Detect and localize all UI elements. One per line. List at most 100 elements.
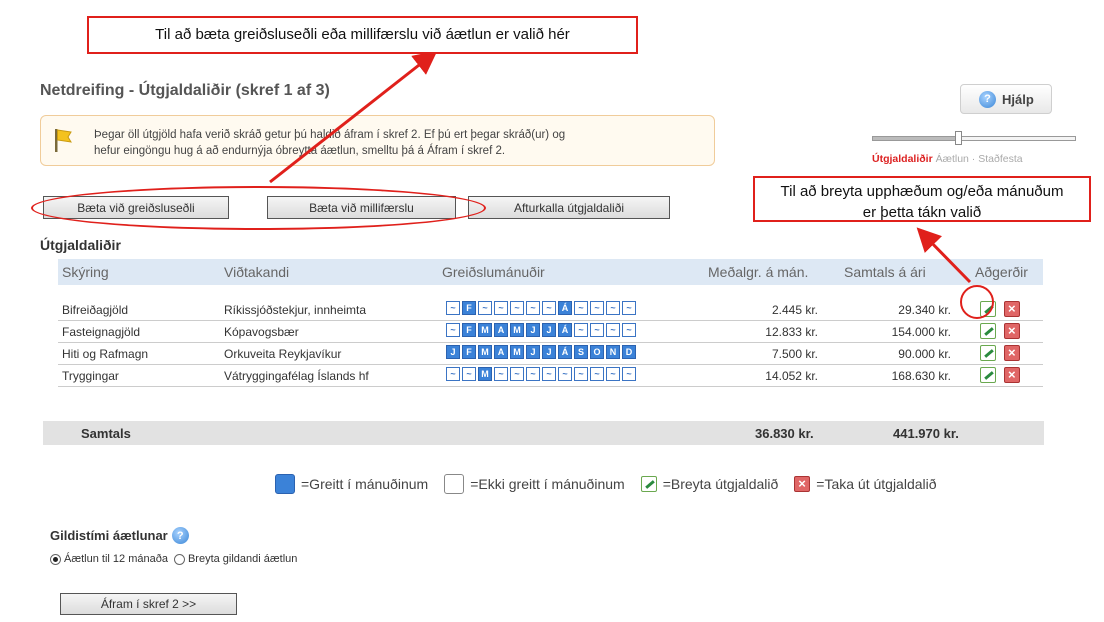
- table-row: Bifreiðagjöld Ríkissjóðstekjur, innheimta…: [58, 298, 1043, 321]
- help-icon[interactable]: ?: [171, 527, 189, 544]
- month-cell: Á: [558, 323, 572, 337]
- flag-icon: [55, 129, 72, 152]
- help-icon: ?: [979, 90, 996, 108]
- month-cell: ~: [526, 301, 540, 315]
- month-cell: ~: [590, 301, 604, 315]
- delete-icon[interactable]: [1004, 345, 1020, 361]
- step-1-label: Útgjaldaliðir: [872, 153, 933, 165]
- row-description: Fasteignagjöld: [62, 325, 141, 339]
- month-cell: ~: [622, 367, 636, 381]
- month-cell: ~: [558, 367, 572, 381]
- month-cell: J: [542, 323, 556, 337]
- month-cell: ~: [542, 367, 556, 381]
- month-cell: O: [590, 345, 604, 359]
- month-cell: ~: [510, 301, 524, 315]
- edit-icon[interactable]: [980, 345, 996, 361]
- total-row: Samtals 36.830 kr. 441.970 kr.: [43, 421, 1044, 445]
- total-monthly-value: 36.830: [755, 426, 795, 441]
- delete-icon[interactable]: [1004, 301, 1020, 317]
- legend-paid: =Greitt í mánuðinum: [301, 476, 429, 492]
- row-yearly: 90.000 kr.: [898, 347, 951, 361]
- table-row: Fasteignagjöld Kópavogsbær ~ F M A M J J Á ~ ~ ~ ~12.…: [58, 320, 1043, 343]
- row-payee: Ríkissjóðstekjur, innheimta: [224, 303, 367, 317]
- month-cell: F: [462, 323, 476, 337]
- callout-edit-line2: er þetta tákn valið: [862, 204, 982, 221]
- paid-swatch: [275, 474, 295, 494]
- row-monthly: 14.052 kr.: [765, 369, 818, 383]
- info-line-2: hefur eingöngu hug á að endurnýja óbreyt…: [94, 145, 506, 157]
- row-months: ~ F M A M J J Á ~ ~ ~ ~: [446, 323, 636, 337]
- edit-icon[interactable]: [980, 367, 996, 383]
- row-yearly: 154.000 kr.: [891, 325, 951, 339]
- row-description: Tryggingar: [62, 369, 119, 383]
- month-cell: A: [494, 323, 508, 337]
- row-yearly: 29.340 kr.: [898, 303, 951, 317]
- col-description: Skýring: [62, 264, 109, 280]
- table-row: Tryggingar Vátryggingafélag Íslands hf ~ ~ M…: [58, 364, 1043, 387]
- month-cell: ~: [574, 301, 588, 315]
- row-months: ~ F ~ ~ ~ ~ ~ Á ~ ~ ~ ~: [446, 301, 636, 315]
- col-payee: Viðtakandi: [224, 264, 290, 280]
- month-cell: F: [462, 345, 476, 359]
- step-2-label: Áætlun: [935, 153, 969, 165]
- info-text: Þegar öll útgjöld hafa verið skráð getur…: [94, 127, 565, 159]
- legend: =Greitt í mánuðinum =Ekki greitt í mánuð…: [275, 474, 937, 494]
- month-cell: ~: [590, 323, 604, 337]
- row-monthly: 2.445 kr.: [771, 303, 818, 317]
- undo-expenses-button[interactable]: Afturkalla útgjaldaliði: [468, 196, 670, 219]
- radio-12-months[interactable]: [50, 553, 61, 565]
- month-cell: ~: [622, 301, 636, 315]
- month-cell: ~: [622, 323, 636, 337]
- edit-icon: [640, 476, 657, 492]
- step-progress-fill: [873, 137, 956, 140]
- option-12-months-label: Áætlun til 12 mánaða: [64, 553, 168, 565]
- month-cell: M: [478, 323, 492, 337]
- callout-add-payment: Til að bæta greiðsluseðli eða millifærsl…: [87, 16, 638, 54]
- month-cell: ~: [478, 301, 492, 315]
- legend-unpaid: =Ekki greitt í mánuðinum: [470, 476, 625, 492]
- month-cell: ~: [606, 301, 620, 315]
- radio-change-current[interactable]: [173, 553, 185, 565]
- month-cell: Á: [558, 345, 572, 359]
- highlight-ellipse-buttons: [31, 186, 486, 230]
- month-cell: J: [446, 345, 460, 359]
- month-cell: Á: [558, 301, 572, 315]
- delete-icon: [794, 476, 811, 492]
- total-label: Samtals: [81, 426, 131, 441]
- help-button[interactable]: ? Hjálp: [960, 84, 1052, 114]
- month-cell: S: [574, 345, 588, 359]
- month-cell: M: [510, 345, 524, 359]
- legend-edit: =Breyta útgjaldalið: [662, 476, 779, 492]
- legend-delete: =Taka út útgjaldalið: [816, 476, 937, 492]
- unpaid-swatch: [444, 474, 465, 494]
- month-cell: D: [622, 345, 636, 359]
- step-labels: Útgjaldaliðir Áætlun · Staðfesta: [872, 153, 1023, 165]
- col-yearly: Samtals á ári: [844, 264, 926, 280]
- total-yearly-currency: kr.: [943, 426, 959, 441]
- total-monthly-currency: kr.: [798, 426, 814, 441]
- edit-icon[interactable]: [980, 323, 996, 339]
- month-cell: M: [478, 367, 492, 381]
- help-label: Hjálp: [1002, 91, 1034, 107]
- validity-title: Gildistími áætlunar: [50, 528, 168, 543]
- info-box: Þegar öll útgjöld hafa verið skráð getur…: [40, 115, 715, 166]
- row-description: Hiti og Rafmagn: [62, 347, 149, 361]
- month-cell: N: [606, 345, 620, 359]
- total-yearly: 441.970 kr.: [893, 426, 959, 441]
- month-cell: ~: [574, 367, 588, 381]
- month-cell: ~: [494, 367, 508, 381]
- month-cell: ~: [462, 367, 476, 381]
- table-header: Skýring Viðtakandi Greiðslumánuðir Meðal…: [58, 259, 1043, 285]
- highlight-ellipse-edit-icon: [960, 285, 994, 319]
- callout-edit-icon: Til að breyta upphæðum og/eða mánuðum er…: [753, 176, 1091, 222]
- month-cell: ~: [526, 367, 540, 381]
- continue-step-2-button[interactable]: Áfram í skref 2 >>: [60, 593, 237, 615]
- month-cell: J: [526, 323, 540, 337]
- total-monthly: 36.830 kr.: [755, 426, 814, 441]
- row-months: ~ ~ M ~ ~ ~ ~ ~ ~ ~ ~ ~: [446, 367, 636, 381]
- delete-icon[interactable]: [1004, 367, 1020, 383]
- row-payee: Orkuveita Reykjavíkur: [224, 347, 342, 361]
- month-cell: ~: [510, 367, 524, 381]
- delete-icon[interactable]: [1004, 323, 1020, 339]
- row-monthly: 7.500 kr.: [771, 347, 818, 361]
